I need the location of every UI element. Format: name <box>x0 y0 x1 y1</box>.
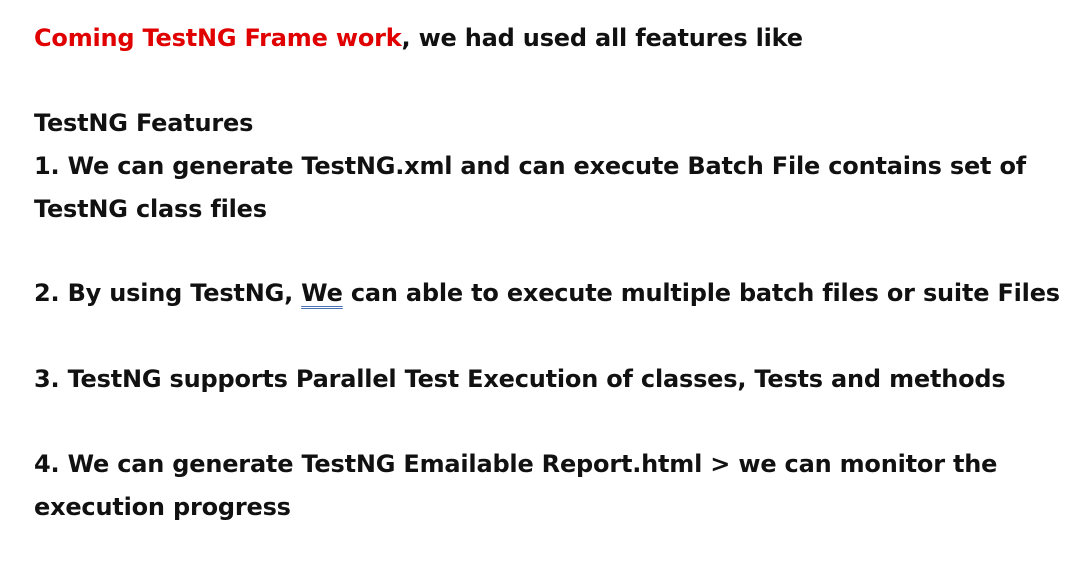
grammar-flagged-word: We <box>301 279 343 307</box>
feature-2-post-text: can able to execute multiple batch files… <box>342 279 1060 307</box>
features-heading: TestNG Features <box>34 109 254 137</box>
feature-4-line-1: 4. We can generate TestNG Emailable Repo… <box>34 450 998 478</box>
feature-4-line-2: execution progress <box>34 493 291 521</box>
intro-highlight-text: Coming TestNG Frame work <box>34 24 402 52</box>
intro-rest-text: , we had used all features like <box>401 24 804 52</box>
feature-1-line-1: 1. We can generate TestNG.xml and can ex… <box>34 152 1027 180</box>
feature-1-line-2: TestNG class files <box>34 195 267 223</box>
feature-2-pre-text: 2. By using TestNG, <box>34 279 302 307</box>
feature-2-line: 2. By using TestNG, We can able to execu… <box>34 278 1060 308</box>
feature-3-line-1: 3. TestNG supports Parallel Test Executi… <box>34 365 1006 393</box>
intro-line: Coming TestNG Frame work, we had used al… <box>34 23 803 53</box>
